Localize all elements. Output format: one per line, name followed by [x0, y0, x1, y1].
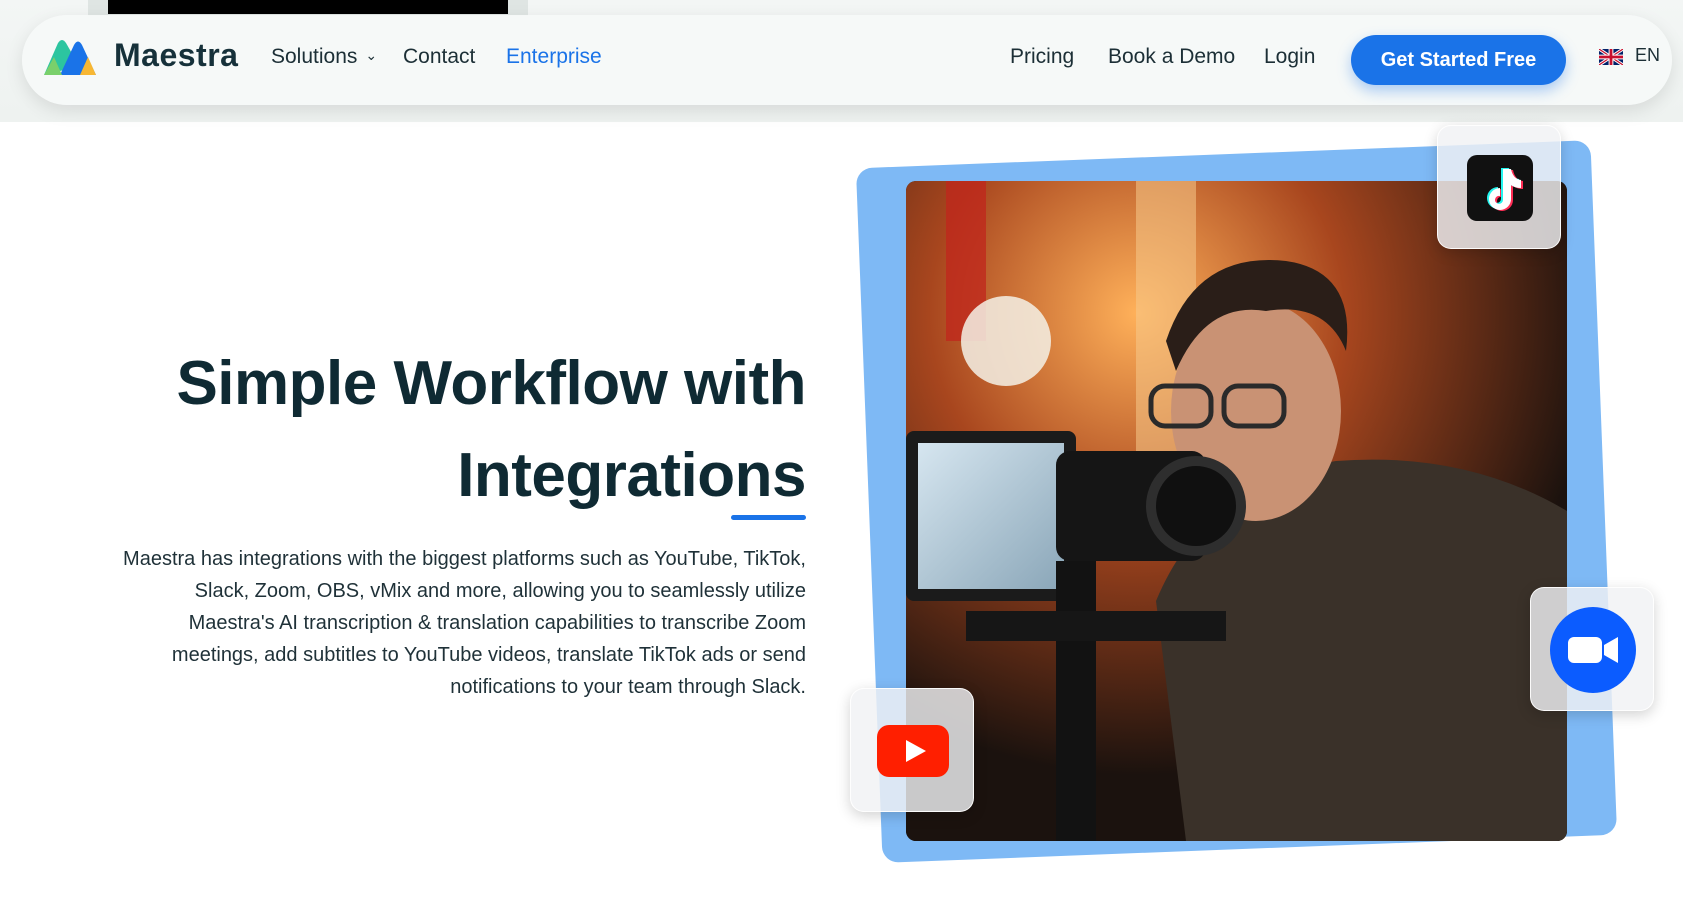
hero-description: Maestra has integrations with the bigges… [123, 548, 806, 698]
brand-name[interactable]: Maestra [114, 37, 238, 74]
chevron-down-icon: ⌄ [365, 47, 378, 63]
maestra-logo-icon[interactable] [40, 35, 100, 79]
nav-solutions[interactable]: Solutions ⌄ [271, 45, 377, 69]
nav-enterprise[interactable]: Enterprise [506, 45, 602, 69]
zoom-icon [1550, 607, 1636, 693]
title-line-2: Integrations [457, 441, 806, 510]
video-strip-inner [108, 0, 508, 14]
tiktok-icon [1467, 155, 1533, 221]
hero-photo [906, 181, 1567, 841]
title-underline [731, 515, 806, 520]
navbar: Maestra Solutions ⌄ Contact Enterprise Pr… [22, 15, 1672, 105]
nav-book-demo[interactable]: Book a Demo [1108, 45, 1235, 69]
language-selector[interactable]: EN [1599, 45, 1669, 75]
zoom-tile[interactable] [1530, 587, 1654, 711]
tiktok-tile[interactable] [1437, 125, 1561, 249]
title-line-1: Simple Workflow with [176, 349, 806, 418]
youtube-tile[interactable] [850, 688, 974, 812]
language-label: EN [1635, 45, 1661, 65]
nav-pricing[interactable]: Pricing [1010, 45, 1074, 69]
nav-login[interactable]: Login [1264, 45, 1315, 69]
nav-solutions-label: Solutions [271, 45, 358, 68]
youtube-icon [877, 725, 949, 777]
nav-contact[interactable]: Contact [403, 45, 475, 69]
uk-flag-icon [1599, 49, 1623, 65]
videographer-photo [906, 181, 1567, 841]
get-started-button[interactable]: Get Started Free [1351, 35, 1566, 85]
video-strip [88, 0, 528, 16]
page-title: Simple Workflow with Integrations [106, 338, 806, 522]
